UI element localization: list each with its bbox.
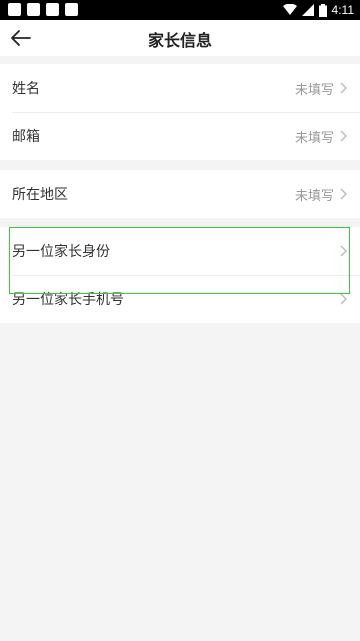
row-value: 未填写 [294, 188, 334, 204]
section-other-parent: 另一位家长身份 另一位家长手机号 [0, 227, 360, 323]
row-other-parent-phone[interactable]: 另一位家长手机号 [0, 275, 360, 323]
chevron-right-icon [340, 188, 347, 200]
clock: 4:11 [331, 3, 354, 17]
row-label: 邮箱 [12, 129, 40, 145]
row-value: 未填写 [294, 82, 334, 98]
status-bar: 4:11 [0, 0, 360, 20]
row-label: 另一位家长手机号 [12, 292, 124, 308]
chevron-right-icon [340, 293, 347, 305]
chevron-right-icon [340, 82, 347, 94]
notification-icon [46, 3, 59, 16]
section-basic-info: 姓名 未填写 邮箱 未填写 [0, 64, 360, 160]
row-name[interactable]: 姓名 未填写 [0, 64, 360, 112]
row-region[interactable]: 所在地区 未填写 [0, 170, 360, 218]
notification-icon [27, 3, 40, 16]
notification-icon [8, 3, 21, 16]
row-other-parent-identity[interactable]: 另一位家长身份 [0, 227, 360, 275]
signal-icon [301, 4, 314, 16]
battery-icon [318, 3, 327, 17]
notification-icon [65, 3, 78, 16]
chevron-right-icon [340, 130, 347, 142]
wifi-icon [282, 4, 297, 15]
row-label: 所在地区 [12, 187, 68, 203]
page-title: 家长信息 [147, 31, 212, 50]
row-email[interactable]: 邮箱 未填写 [0, 112, 360, 160]
row-label: 另一位家长身份 [12, 244, 110, 260]
app-bar: 家长信息 [0, 20, 360, 56]
row-label: 姓名 [12, 81, 40, 97]
chevron-right-icon [340, 245, 347, 257]
section-region: 所在地区 未填写 [0, 170, 360, 218]
row-value: 未填写 [294, 130, 334, 146]
